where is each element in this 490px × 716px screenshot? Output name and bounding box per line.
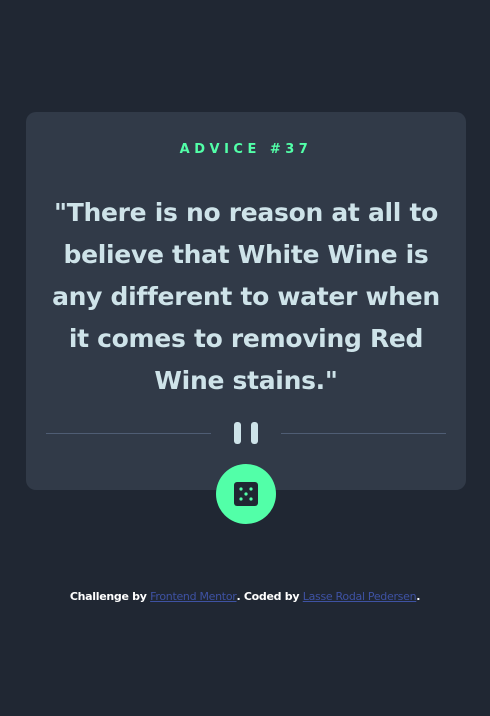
pattern-divider xyxy=(46,422,446,444)
attribution-suffix: . xyxy=(416,590,421,603)
pause-bar-right xyxy=(251,422,258,444)
attribution-middle: . Coded by xyxy=(236,590,300,603)
dice-icon xyxy=(234,482,258,506)
new-advice-button[interactable] xyxy=(216,464,276,524)
frontend-mentor-link[interactable]: Frontend Mentor xyxy=(150,590,237,603)
pause-bar-left xyxy=(234,422,241,444)
divider-line-left xyxy=(46,433,211,434)
pause-icon xyxy=(234,422,258,444)
attribution-prefix: Challenge by xyxy=(69,590,147,603)
divider-line-right xyxy=(281,433,446,434)
attribution: Challenge by Frontend Mentor. Coded by L… xyxy=(0,590,490,603)
advice-number-label: ADVICE #37 xyxy=(179,142,313,157)
advice-quote: "There is no reason at all to believe th… xyxy=(52,198,440,395)
advice-card: ADVICE #37 "There is no reason at all to… xyxy=(26,112,466,490)
author-link[interactable]: Lasse Rodal Pedersen xyxy=(303,590,417,603)
